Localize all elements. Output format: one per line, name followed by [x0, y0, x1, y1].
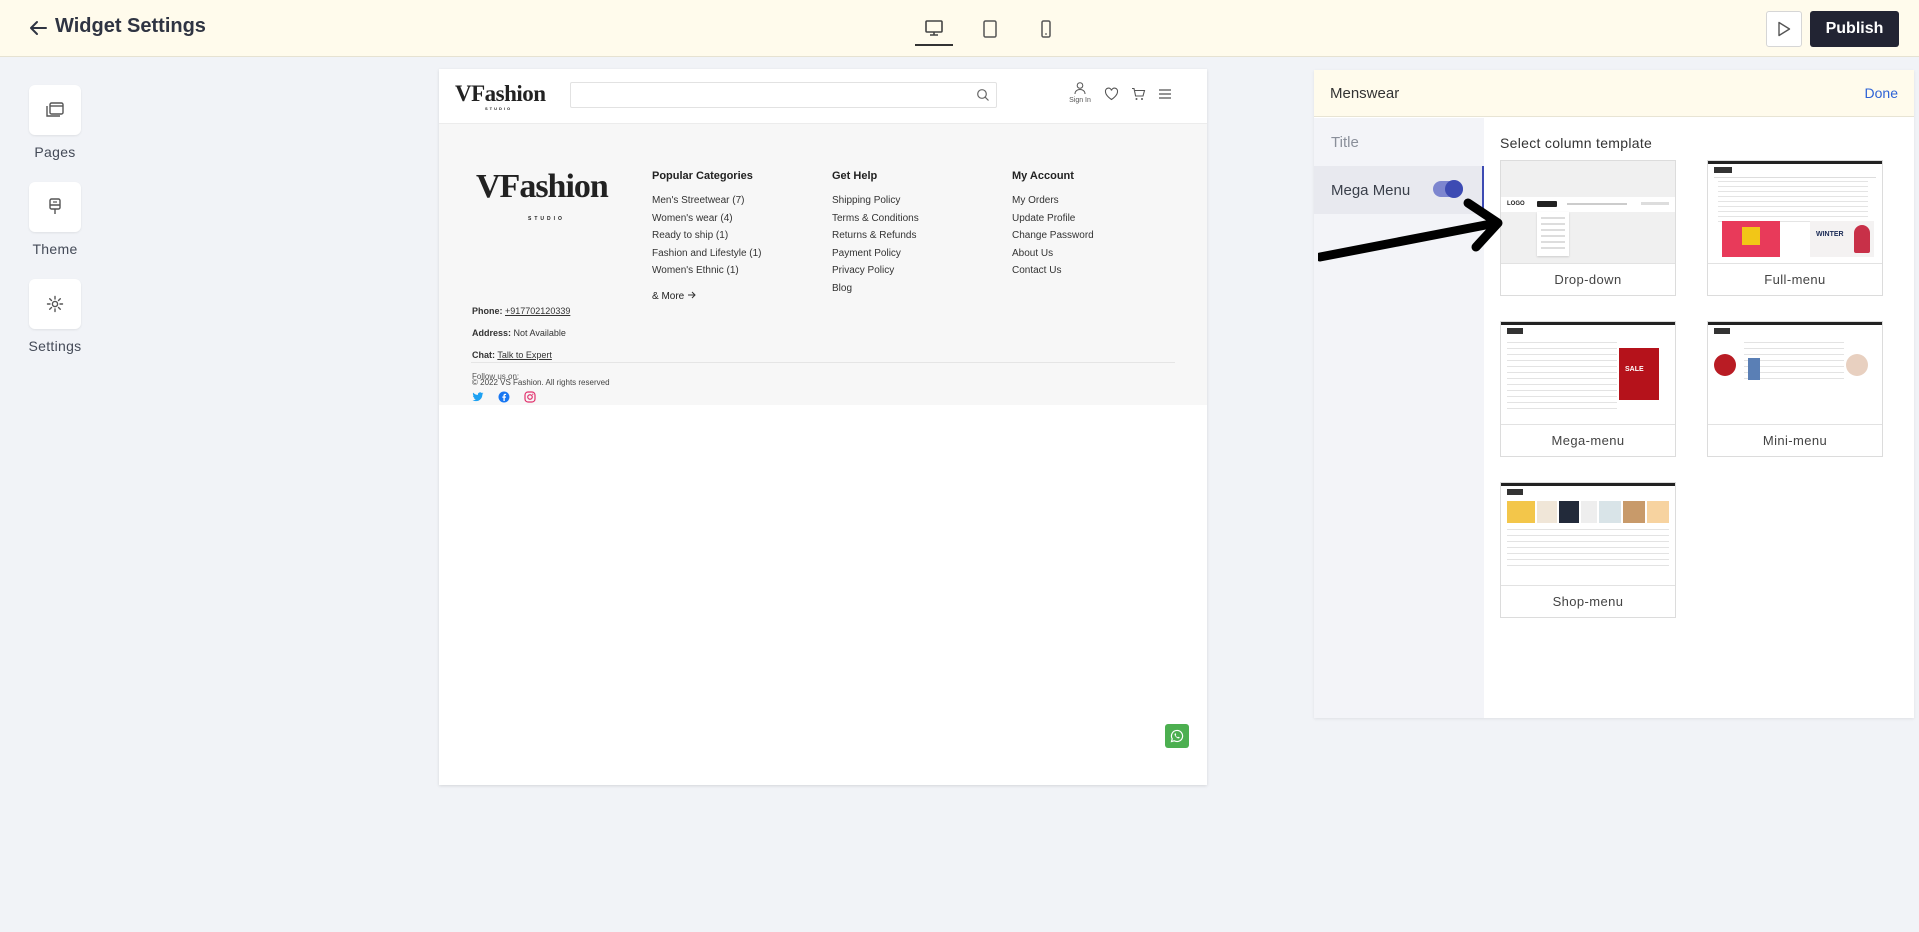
site-footer: VFashion STUDIO Phone: +917702120339 Add… [439, 124, 1207, 405]
footer-link[interactable]: Payment Policy [832, 248, 919, 266]
footer-link[interactable]: My Orders [1012, 195, 1094, 213]
rail-label: Settings [28, 338, 82, 354]
chat-link[interactable]: Talk to Expert [497, 350, 552, 360]
footer-link[interactable]: Change Password [1012, 230, 1094, 248]
template-mega-menu[interactable]: SALE Mega-menu [1500, 321, 1676, 457]
footer-link[interactable]: Women's Ethnic (1) [652, 265, 762, 283]
facebook-icon[interactable] [498, 391, 510, 403]
footer-divider [471, 362, 1175, 363]
mobile-icon [1041, 20, 1051, 38]
theme-icon [49, 198, 61, 214]
footer-link[interactable]: Contact Us [1012, 265, 1094, 283]
tablet-view-button[interactable] [971, 12, 1009, 46]
template-mini-menu[interactable]: Mini-menu [1707, 321, 1883, 457]
twitter-icon[interactable] [472, 391, 484, 403]
site-logo[interactable]: VFashion STUDIO [455, 81, 546, 111]
footer-link[interactable]: Shipping Policy [832, 195, 919, 213]
footer-link[interactable]: Blog [832, 283, 919, 301]
template-thumbnail [1708, 322, 1882, 425]
rail-item-theme[interactable]: Theme [22, 182, 88, 257]
footer-link[interactable]: About Us [1012, 248, 1094, 266]
copyright-text: © 2022 VS Fashion. All rights reserved [472, 378, 610, 387]
pages-icon [46, 102, 64, 117]
template-section-heading: Select column template [1500, 135, 1653, 151]
tablet-icon [983, 20, 997, 38]
rail-label: Pages [34, 144, 76, 160]
top-bar: Widget Settings Publish [0, 0, 1919, 57]
arrow-right-icon [688, 291, 696, 298]
tab-title[interactable]: Title [1314, 118, 1484, 166]
rail-item-settings[interactable]: Settings [22, 279, 88, 354]
footer-link[interactable]: Women's wear (4) [652, 213, 762, 231]
settings-button[interactable] [29, 279, 81, 329]
footer-link[interactable]: Ready to ship (1) [652, 230, 762, 248]
template-thumbnail: LOGO [1501, 161, 1675, 264]
search-icon[interactable] [976, 88, 990, 102]
wishlist-heart-icon[interactable] [1104, 87, 1119, 101]
footer-phone: Phone: +917702120339 [472, 306, 571, 316]
rail-label: Theme [32, 241, 78, 257]
whatsapp-button[interactable] [1165, 724, 1189, 748]
hamburger-menu-icon[interactable] [1158, 88, 1172, 100]
footer-column-help: Get Help Shipping Policy Terms & Conditi… [832, 170, 919, 300]
template-name: Drop-down [1501, 263, 1675, 295]
device-switcher [915, 12, 1065, 46]
footer-logo[interactable]: VFashion STUDIO [476, 170, 609, 223]
footer-link[interactable]: Fashion and Lifestyle (1) [652, 248, 762, 266]
instagram-icon[interactable] [524, 391, 536, 403]
mobile-view-button[interactable] [1027, 12, 1065, 46]
panel-header: Menswear Done [1314, 70, 1914, 117]
preview-button[interactable] [1766, 11, 1802, 47]
template-thumbnail [1501, 483, 1675, 586]
whatsapp-icon [1170, 729, 1184, 743]
footer-link[interactable]: Update Profile [1012, 213, 1094, 231]
footer-column-account: My Account My Orders Update Profile Chan… [1012, 170, 1094, 283]
footer-link[interactable]: Privacy Policy [832, 265, 919, 283]
user-icon [1074, 82, 1086, 95]
theme-button[interactable] [29, 182, 81, 232]
page-title: Widget Settings [55, 15, 206, 37]
panel-title: Menswear [1330, 85, 1400, 102]
preview-canvas: VFashion STUDIO Sign In VFashion STUDIO … [439, 69, 1207, 785]
desktop-icon [925, 20, 943, 36]
template-name: Shop-menu [1501, 585, 1675, 617]
pages-button[interactable] [29, 85, 81, 135]
sign-in-button[interactable]: Sign In [1068, 81, 1092, 104]
template-name: Full-menu [1708, 263, 1882, 295]
template-drop-down[interactable]: LOGO Drop-down [1500, 160, 1676, 296]
play-icon [1778, 21, 1791, 37]
template-name: Mega-menu [1501, 424, 1675, 456]
annotation-arrow-icon [1318, 198, 1503, 262]
footer-address: Address: Not Available [472, 328, 566, 338]
footer-chat: Chat: Talk to Expert [472, 350, 552, 360]
template-thumbnail: SALE [1501, 322, 1675, 425]
template-full-menu[interactable]: WINTER Full-menu [1707, 160, 1883, 296]
template-thumbnail: WINTER [1708, 161, 1882, 264]
gear-icon [46, 295, 64, 313]
site-search-input[interactable] [570, 82, 997, 108]
footer-link[interactable]: Men's Streetwear (7) [652, 195, 762, 213]
desktop-view-button[interactable] [915, 12, 953, 46]
footer-column-categories: Popular Categories Men's Streetwear (7) … [652, 170, 762, 302]
footer-link[interactable]: Terms & Conditions [832, 213, 919, 231]
publish-button[interactable]: Publish [1810, 11, 1899, 47]
phone-link[interactable]: +917702120339 [505, 306, 570, 316]
template-name: Mini-menu [1708, 424, 1882, 456]
cart-icon[interactable] [1131, 87, 1146, 101]
widget-settings-panel: Menswear Done Title Mega Menu Select col… [1314, 70, 1914, 718]
done-button[interactable]: Done [1865, 85, 1898, 101]
header-icons: Sign In [1068, 81, 1172, 104]
footer-link[interactable]: Returns & Refunds [832, 230, 919, 248]
social-links [472, 391, 536, 403]
site-header: VFashion STUDIO Sign In [439, 69, 1207, 124]
back-arrow-icon[interactable] [26, 16, 50, 40]
more-categories-link[interactable]: & More [652, 291, 762, 302]
template-shop-menu[interactable]: Shop-menu [1500, 482, 1676, 618]
rail-item-pages[interactable]: Pages [22, 85, 88, 160]
